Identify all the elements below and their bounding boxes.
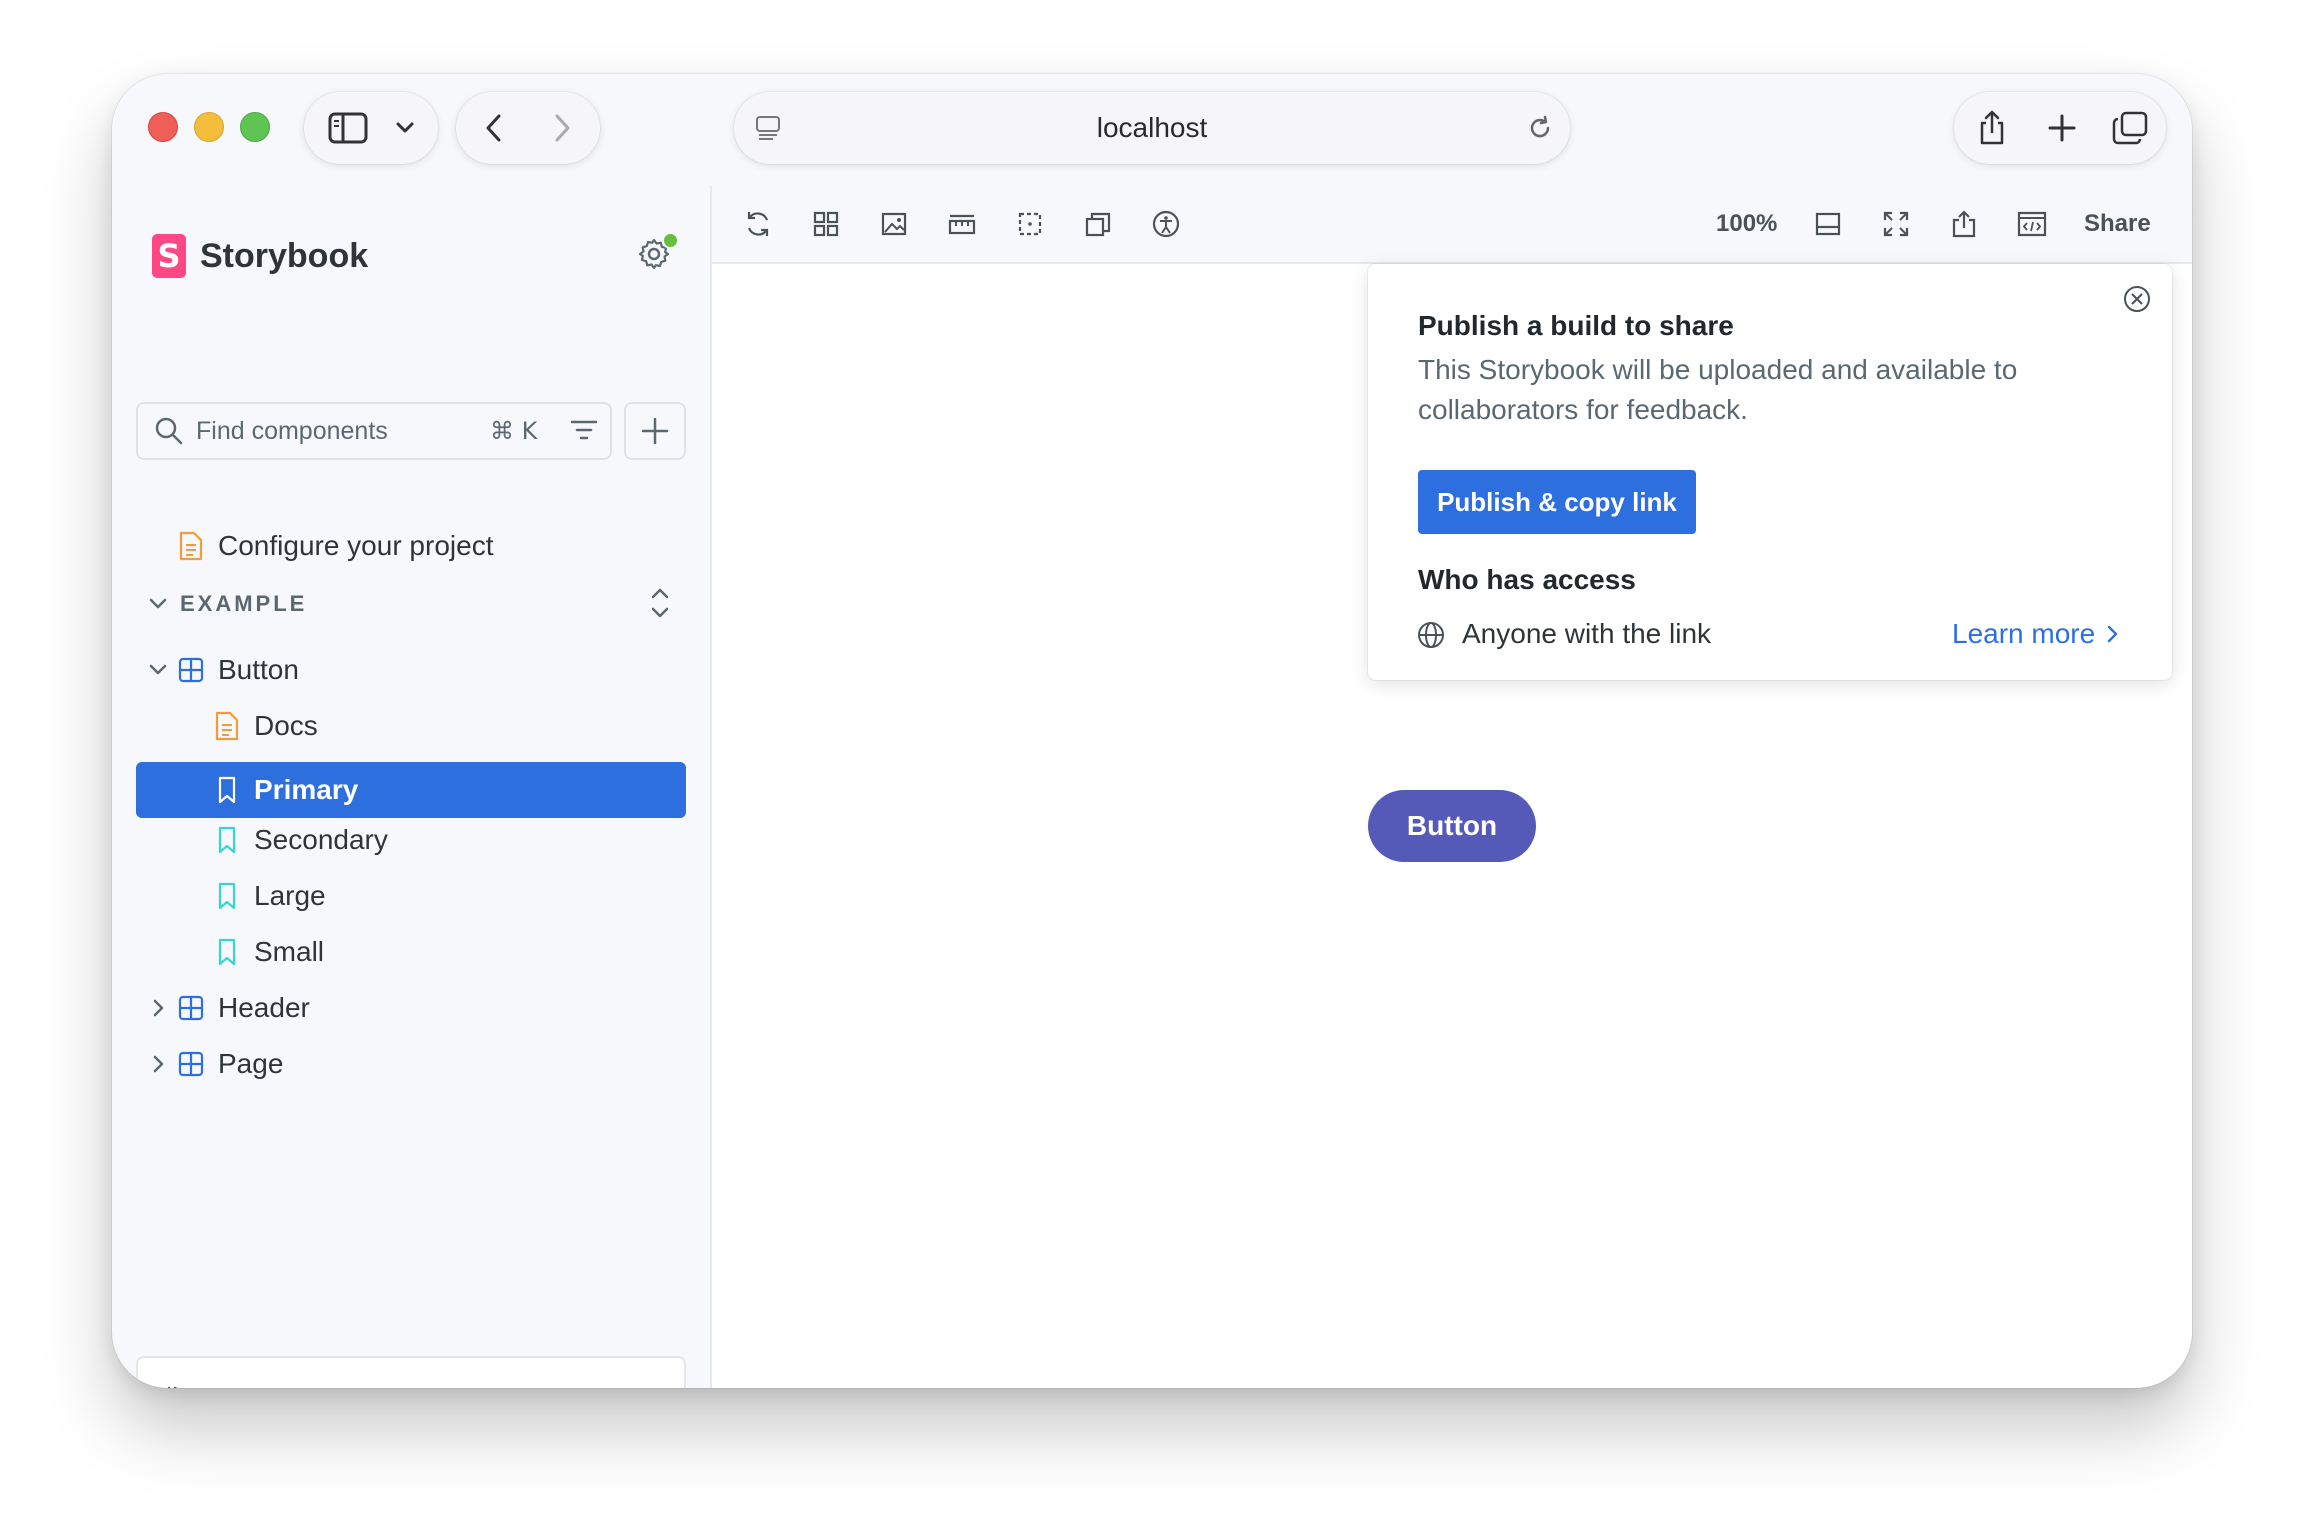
- access-value: Anyone with the link: [1462, 618, 1712, 649]
- configure-project-item[interactable]: Configure your project: [178, 524, 493, 568]
- search-placeholder: Find components: [196, 417, 388, 445]
- code-icon[interactable]: [2014, 206, 2050, 242]
- tree-item-header[interactable]: Header: [148, 986, 310, 1030]
- document-icon: [214, 711, 240, 741]
- chevron-down-icon: [149, 598, 167, 609]
- back-icon[interactable]: [474, 92, 514, 164]
- measure-icon[interactable]: [1080, 206, 1116, 242]
- minimize-window-button[interactable]: [194, 112, 224, 142]
- learn-more-label: Learn more: [1952, 618, 2096, 649]
- new-tab-icon[interactable]: [2040, 92, 2084, 164]
- tree-item-page[interactable]: Page: [148, 1042, 283, 1086]
- address-bar[interactable]: localhost: [734, 92, 1570, 164]
- grid-icon[interactable]: [808, 206, 844, 242]
- tree-item-label: Header: [218, 992, 310, 1023]
- url-text: localhost: [1096, 112, 1208, 143]
- search-icon: [154, 416, 184, 451]
- publish-copy-link-button[interactable]: Publish & copy link: [1418, 470, 1696, 534]
- learn-more-link[interactable]: Learn more: [1952, 614, 2121, 654]
- app-title: Storybook: [200, 236, 369, 275]
- plus-icon: [641, 417, 669, 445]
- chevron-down-icon: [149, 664, 167, 675]
- bookmark-icon: [214, 937, 240, 967]
- section-header-example[interactable]: EXAMPLE: [148, 582, 307, 626]
- browser-actions-group: [1954, 92, 2166, 164]
- accessibility-icon[interactable]: [1148, 206, 1184, 242]
- tree-item-label: Docs: [254, 710, 318, 741]
- story-button[interactable]: Button: [1368, 790, 1536, 862]
- popover-title: Publish a build to share: [1418, 310, 1734, 341]
- preview-toolbar: 100% Share: [712, 186, 2192, 264]
- tree-item-secondary[interactable]: Secondary: [214, 818, 388, 862]
- close-window-button[interactable]: [148, 112, 178, 142]
- zoom-level[interactable]: 100%: [1716, 186, 1777, 262]
- search-shortcut: ⌘ K: [490, 417, 538, 445]
- run-tests-button[interactable]: Run tests: [136, 1356, 686, 1388]
- run-tests-label: Run tests: [210, 1358, 319, 1388]
- tree-item-large[interactable]: Large: [214, 874, 326, 918]
- reload-icon[interactable]: [1520, 92, 1560, 164]
- sidebar: S Storybook Find components ⌘ K Configur…: [112, 186, 710, 1388]
- component-icon: [178, 993, 204, 1023]
- storybook-logo[interactable]: S Storybook: [152, 234, 368, 278]
- chevron-right-icon: [153, 999, 164, 1017]
- share-popover: Publish a build to share This Storybook …: [1368, 264, 2172, 680]
- globe-icon: [1416, 620, 1446, 655]
- open-new-tab-icon[interactable]: [1946, 206, 1982, 242]
- chevron-right-icon: [2107, 625, 2118, 643]
- add-component-button[interactable]: [624, 402, 686, 460]
- tree-item-label: Small: [254, 936, 325, 967]
- history-nav-group: [456, 92, 600, 164]
- share-button[interactable]: Share: [2084, 186, 2151, 262]
- section-label: EXAMPLE: [180, 591, 308, 616]
- access-heading: Who has access: [1418, 564, 1636, 595]
- play-icon: [166, 1386, 194, 1388]
- remount-icon[interactable]: [740, 206, 776, 242]
- tree-item-label: Primary: [254, 774, 359, 805]
- popover-description: This Storybook will be uploaded and avai…: [1418, 354, 2018, 425]
- component-icon: [178, 1049, 204, 1079]
- tab-overview-icon[interactable]: [2108, 92, 2152, 164]
- tree-item-small[interactable]: Small: [214, 930, 324, 974]
- expand-collapse-icon[interactable]: [648, 586, 672, 625]
- bookmark-icon: [214, 825, 240, 855]
- bookmark-icon: [214, 775, 240, 805]
- configure-project-label: Configure your project: [218, 530, 494, 561]
- tree-item-button[interactable]: Button: [148, 648, 299, 692]
- forward-icon[interactable]: [542, 92, 582, 164]
- bookmark-icon: [214, 881, 240, 911]
- status-dot: [662, 232, 679, 249]
- tree-item-docs[interactable]: Docs: [214, 704, 318, 748]
- tree-item-label: Large: [254, 880, 326, 911]
- close-icon[interactable]: [2122, 284, 2152, 319]
- chevron-right-icon: [153, 1055, 164, 1073]
- share-icon[interactable]: [1970, 92, 2014, 164]
- outline-icon[interactable]: [1012, 206, 1048, 242]
- tree-item-label: Page: [218, 1048, 284, 1079]
- sidebar-toggle-group: [304, 92, 438, 164]
- ruler-icon[interactable]: [944, 206, 980, 242]
- sidebar-toggle-icon[interactable]: [324, 92, 372, 164]
- search-input[interactable]: Find components ⌘ K: [136, 402, 612, 460]
- chevron-down-icon[interactable]: [388, 92, 422, 164]
- filter-icon[interactable]: [570, 418, 598, 449]
- background-image-icon[interactable]: [876, 206, 912, 242]
- addons-panel-icon[interactable]: [1810, 206, 1846, 242]
- document-icon: [178, 531, 204, 561]
- zoom-window-button[interactable]: [240, 112, 270, 142]
- tree-item-label: Button: [218, 654, 299, 685]
- browser-window: localhost S Storybook Find components ⌘ …: [112, 74, 2192, 1388]
- fullscreen-icon[interactable]: [1878, 206, 1914, 242]
- tree-item-label: Secondary: [254, 824, 388, 855]
- component-icon: [178, 655, 204, 685]
- tree-item-primary[interactable]: Primary: [214, 768, 358, 812]
- storybook-logo-icon: S: [152, 234, 186, 278]
